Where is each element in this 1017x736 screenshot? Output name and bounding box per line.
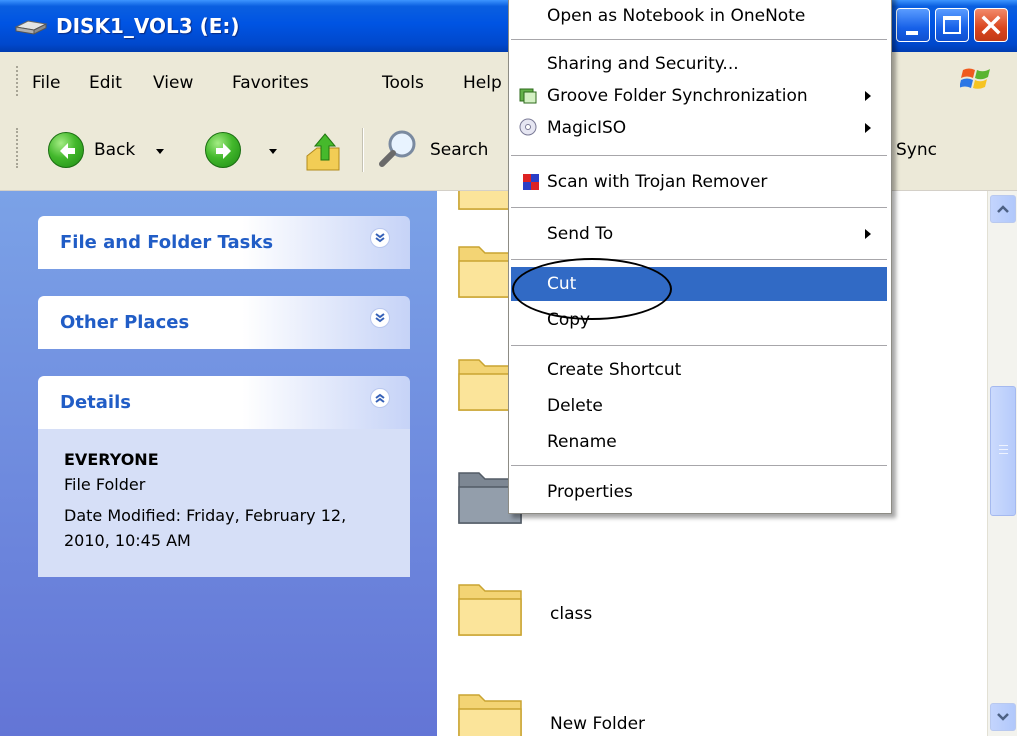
folder-label-class[interactable]: class xyxy=(550,604,592,624)
forward-arrow-icon xyxy=(205,132,241,168)
scroll-down-icon xyxy=(997,713,1009,721)
other-places-header[interactable]: Other Places xyxy=(38,296,410,349)
menu-item-copy[interactable]: Copy xyxy=(511,303,887,337)
menu-separator xyxy=(511,345,887,346)
collapse-chevron-icon[interactable] xyxy=(370,388,390,408)
toolbar-grip[interactable] xyxy=(16,128,22,168)
menu-item-send-to[interactable]: Send To xyxy=(511,217,887,251)
search-button[interactable]: Search xyxy=(376,128,506,172)
details-item-type: File Folder xyxy=(64,475,146,494)
menu-item-cut[interactable]: Cut xyxy=(511,267,887,301)
submenu-arrow-icon xyxy=(865,123,871,133)
context-menu: Open as Notebook in OneNote Sharing and … xyxy=(508,0,892,514)
drive-icon xyxy=(14,20,48,35)
menu-item-delete[interactable]: Delete xyxy=(511,389,887,423)
toolbar-separator xyxy=(362,128,364,172)
menu-file[interactable]: File xyxy=(32,73,60,93)
trojan-remover-icon xyxy=(523,174,539,190)
details-panel: Details EVERYONE File Folder Date Modifi… xyxy=(38,376,410,577)
details-header[interactable]: Details xyxy=(38,376,410,429)
menu-separator xyxy=(511,207,887,208)
windows-logo-icon xyxy=(960,68,990,89)
menu-separator xyxy=(511,155,887,156)
menu-tools[interactable]: Tools xyxy=(382,73,424,93)
menu-separator xyxy=(511,465,887,466)
menubar-grip[interactable] xyxy=(16,66,22,96)
menu-separator xyxy=(511,259,887,260)
scroll-up-button[interactable] xyxy=(990,195,1016,223)
details-body: EVERYONE File Folder Date Modified: Frid… xyxy=(38,429,410,577)
scroll-up-icon xyxy=(997,205,1009,213)
menu-item-magiciso[interactable]: MagicISO xyxy=(511,111,887,145)
menu-item-open-onenote[interactable]: Open as Notebook in OneNote xyxy=(511,0,887,33)
menu-item-scan-trojan[interactable]: Scan with Trojan Remover xyxy=(511,165,887,199)
menu-separator xyxy=(511,39,887,40)
submenu-arrow-icon xyxy=(865,91,871,101)
expand-chevron-icon[interactable] xyxy=(370,228,390,248)
menu-favorites[interactable]: Favorites xyxy=(232,73,309,93)
menu-edit[interactable]: Edit xyxy=(89,73,122,93)
details-title: Details xyxy=(60,392,131,413)
menu-view[interactable]: View xyxy=(153,73,193,93)
forward-button[interactable] xyxy=(205,128,285,172)
minimize-button[interactable] xyxy=(896,8,930,42)
file-folder-tasks-header[interactable]: File and Folder Tasks xyxy=(38,216,410,269)
folder-label-new-folder[interactable]: New Folder xyxy=(550,714,645,734)
file-folder-tasks-panel: File and Folder Tasks xyxy=(38,216,410,269)
file-folder-tasks-title: File and Folder Tasks xyxy=(60,232,274,253)
up-folder-icon[interactable] xyxy=(303,130,343,174)
back-arrow-icon xyxy=(48,132,84,168)
details-date-modified: Date Modified: Friday, February 12, 2010… xyxy=(64,506,347,550)
menu-item-groove-sync[interactable]: Groove Folder Synchronization xyxy=(511,79,887,113)
submenu-arrow-icon xyxy=(865,229,871,239)
task-pane: File and Folder Tasks Other Places Detai… xyxy=(0,191,437,736)
vertical-scrollbar[interactable] xyxy=(987,191,1017,736)
scroll-thumb[interactable] xyxy=(990,386,1016,516)
folder-icon[interactable] xyxy=(457,581,523,637)
menu-item-create-shortcut[interactable]: Create Shortcut xyxy=(511,353,887,387)
scroll-down-button[interactable] xyxy=(990,703,1016,731)
back-dropdown-icon[interactable] xyxy=(156,149,164,154)
menu-item-properties[interactable]: Properties xyxy=(511,475,887,509)
forward-dropdown-icon[interactable] xyxy=(269,149,277,154)
details-item-name: EVERYONE xyxy=(64,450,159,469)
other-places-panel: Other Places xyxy=(38,296,410,349)
groove-icon xyxy=(519,88,537,104)
sync-button[interactable]: Sync xyxy=(896,140,937,160)
back-label: Back xyxy=(94,140,136,160)
close-button[interactable] xyxy=(974,8,1008,42)
search-label: Search xyxy=(430,140,489,160)
maximize-button[interactable] xyxy=(935,8,969,42)
folder-icon[interactable] xyxy=(457,691,523,736)
search-icon xyxy=(379,130,416,167)
expand-chevron-icon[interactable] xyxy=(370,308,390,328)
menu-help[interactable]: Help xyxy=(463,73,502,93)
menu-item-rename[interactable]: Rename xyxy=(511,425,887,459)
menu-item-sharing-security[interactable]: Sharing and Security... xyxy=(511,47,887,81)
cd-disc-icon xyxy=(519,118,537,136)
back-button[interactable]: Back xyxy=(48,128,178,172)
window-title: DISK1_VOL3 (E:) xyxy=(56,14,240,38)
close-icon xyxy=(981,15,1001,35)
other-places-title: Other Places xyxy=(60,312,190,333)
